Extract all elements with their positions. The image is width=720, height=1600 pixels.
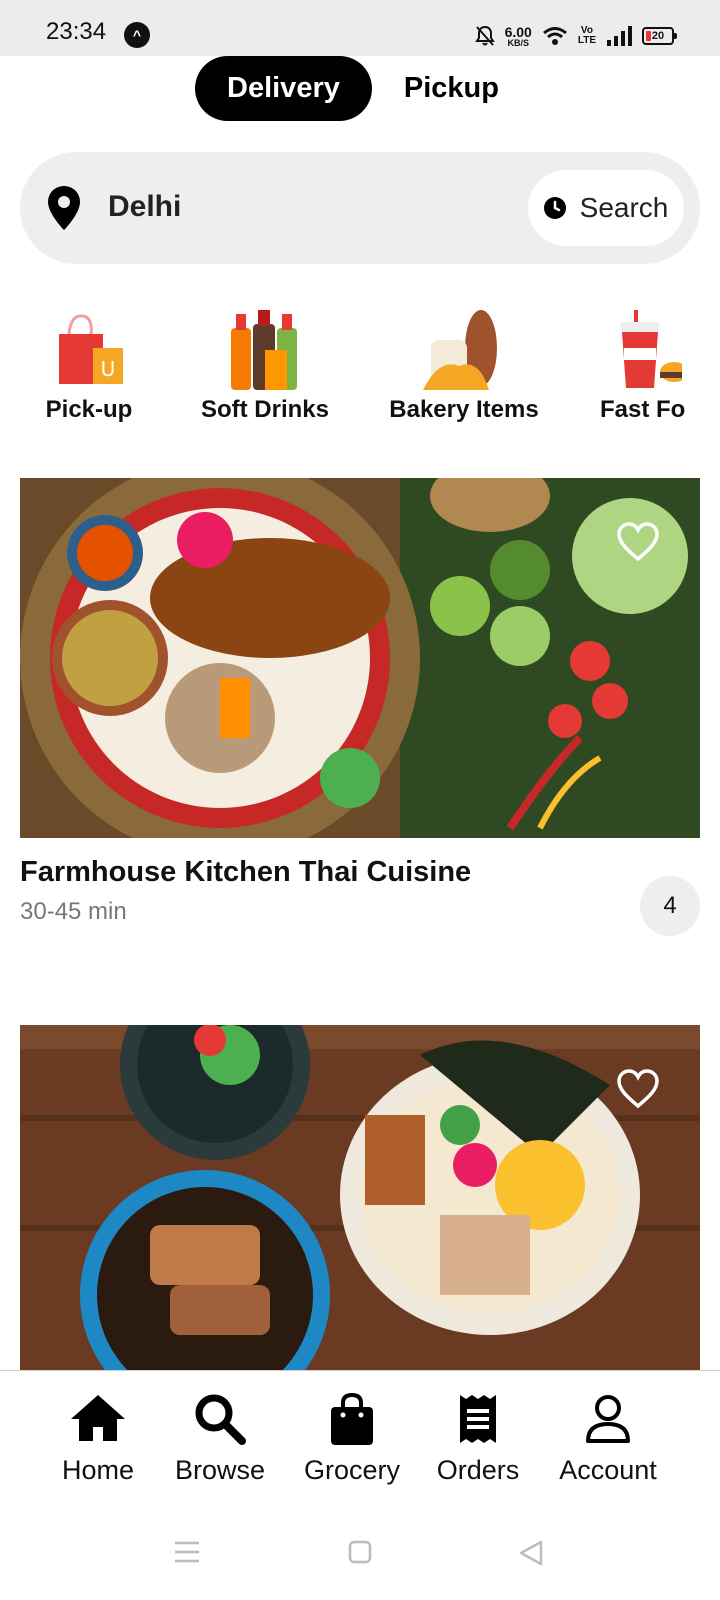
category-label: Pick-up	[45, 396, 133, 423]
nav-account[interactable]: Account	[538, 1393, 678, 1486]
nav-label: Home	[61, 1455, 135, 1485]
category-carousel[interactable]: U Pick-up Soft Drinks Bakery Items Fast …	[0, 310, 720, 430]
nav-label: Grocery	[303, 1455, 401, 1485]
receipt-icon	[460, 1395, 496, 1443]
shopping-bag-icon: U	[59, 314, 123, 384]
bread-icon	[423, 310, 497, 390]
status-bar: 23:34 ^ 6.00 KB/S Vo LTE 20	[0, 0, 720, 56]
nav-grocery[interactable]: Grocery	[282, 1393, 422, 1486]
network-speed: 6.00 KB/S	[505, 25, 532, 48]
bottom-navigation: Home Browse Grocery Orders Account	[0, 1370, 720, 1500]
category-label: Fast Fo	[600, 396, 686, 423]
search-icon	[195, 1394, 246, 1445]
restaurant-image[interactable]	[20, 478, 700, 838]
home-square-icon[interactable]	[348, 1540, 372, 1564]
search-button[interactable]: Search	[528, 170, 684, 246]
food-photo	[20, 1025, 700, 1370]
favorite-heart-icon[interactable]	[616, 1069, 660, 1109]
restaurant-card[interactable]	[20, 1025, 700, 1370]
nav-label: Account	[559, 1455, 657, 1485]
soft-drinks-icon	[231, 310, 297, 390]
nav-orders[interactable]: Orders	[408, 1393, 548, 1486]
signal-icon	[607, 26, 632, 46]
location-text[interactable]: Delhi	[108, 190, 181, 224]
category-soft-drinks[interactable]: Soft Drinks	[196, 310, 334, 424]
category-bakery-items[interactable]: Bakery Items	[384, 310, 544, 424]
nav-label: Orders	[436, 1455, 520, 1485]
mute-bell-icon	[474, 25, 495, 46]
delivery-tab[interactable]: Delivery	[195, 56, 372, 121]
system-navigation-bar	[0, 1500, 720, 1600]
restaurant-name[interactable]: Farmhouse Kitchen Thai Cuisine	[20, 856, 471, 889]
location-search-bar[interactable]: Delhi Search	[20, 152, 700, 264]
category-label: Soft Drinks	[200, 396, 329, 423]
nav-label: Browse	[174, 1455, 266, 1485]
wifi-icon	[542, 27, 567, 45]
net-speed-unit: KB/S	[507, 37, 529, 48]
grocery-bag-icon	[331, 1393, 373, 1445]
battery-icon: 20	[642, 27, 677, 45]
back-icon[interactable]	[518, 1540, 544, 1566]
volte-bottom: LTE	[577, 35, 596, 46]
fast-food-icon	[620, 310, 682, 388]
nav-browse[interactable]: Browse	[150, 1393, 290, 1486]
home-icon	[71, 1395, 125, 1441]
favorite-heart-icon[interactable]	[616, 522, 660, 562]
pickup-tab[interactable]: Pickup	[372, 56, 531, 121]
rating-badge: 4	[640, 876, 700, 936]
restaurant-image[interactable]	[20, 1025, 700, 1370]
delivery-mode-toggle: Delivery Pickup	[195, 56, 531, 121]
nav-home[interactable]: Home	[28, 1393, 168, 1486]
status-icons: 6.00 KB/S Vo LTE 20	[474, 20, 677, 52]
search-button-label: Search	[579, 192, 669, 223]
menu-icon[interactable]	[174, 1540, 200, 1564]
account-icon	[586, 1395, 630, 1443]
food-photo	[20, 478, 700, 838]
category-label: Bakery Items	[389, 396, 539, 423]
clock-icon	[543, 197, 566, 219]
svg-text:U: U	[101, 357, 116, 381]
category-pick-up[interactable]: U Pick-up	[34, 310, 144, 424]
restaurant-card[interactable]: Farmhouse Kitchen Thai Cuisine 30-45 min…	[20, 478, 700, 958]
app-notification-icon: ^	[124, 22, 150, 48]
status-time: 23:34	[46, 18, 107, 45]
category-fast-food[interactable]: Fast Fo	[600, 310, 720, 424]
net-speed-value: 6.00	[504, 23, 532, 40]
delivery-time: 30-45 min	[20, 898, 127, 925]
volte-indicator: Vo LTE	[578, 26, 596, 46]
location-pin-icon	[48, 186, 80, 230]
